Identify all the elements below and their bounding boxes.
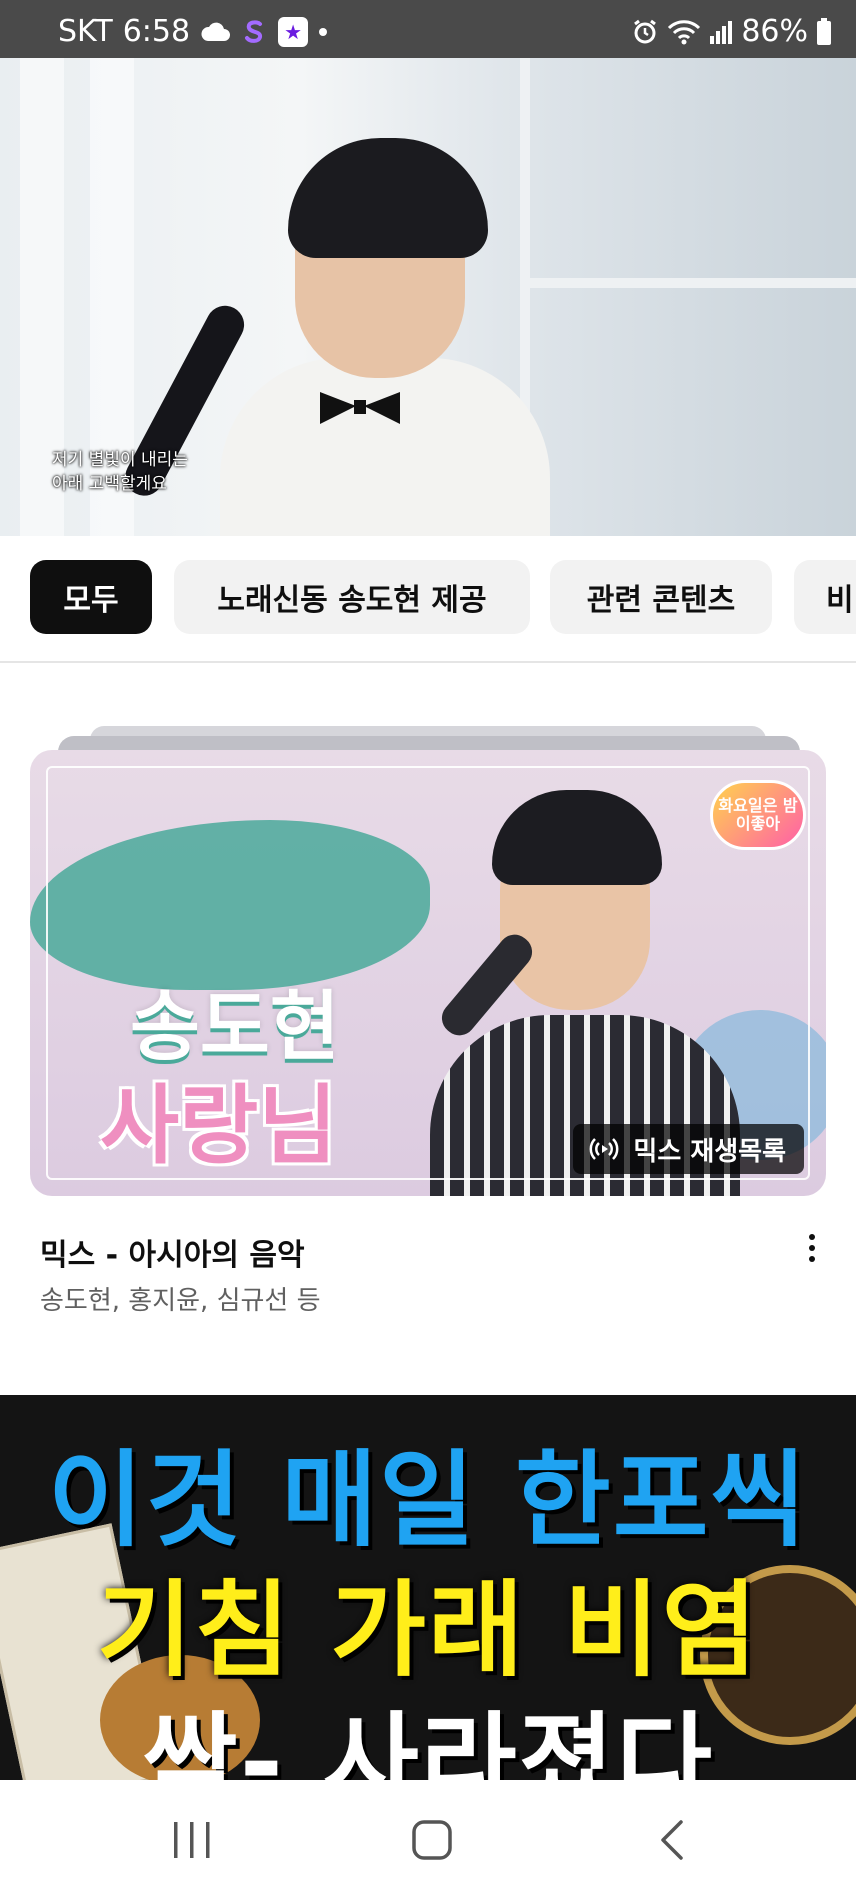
headline-line-1: 이것 매일 한포씩	[47, 1439, 809, 1561]
headline-line-3: 싹- 사라졌다	[142, 1701, 714, 1780]
chip-all[interactable]: 모두	[30, 560, 152, 634]
subtitle-line-2: 아래 고백할게요	[52, 474, 167, 494]
next-video-thumbnail[interactable]: 이것 매일 한포씩 기침 가래 비염 싹- 사라졌다	[0, 1395, 856, 1780]
bowtie-decoration	[320, 392, 400, 424]
headline-line-2: 기침 가래 비염	[96, 1569, 760, 1691]
thumbnail-frame	[46, 766, 810, 1180]
clock: 6:58	[122, 14, 191, 49]
chip-related[interactable]: 관련 콘텐츠	[550, 560, 772, 634]
video-player[interactable]: 저기 별빛이 내리는 아래 고백할게요	[0, 58, 856, 536]
window-decoration	[520, 278, 856, 288]
singer-figure	[220, 358, 550, 536]
more-options-icon[interactable]	[800, 1228, 824, 1268]
divider	[0, 661, 856, 663]
chip-provided-by[interactable]: 노래신동 송도현 제공	[174, 560, 530, 634]
s-app-icon	[240, 18, 268, 46]
star-app-icon: ★	[278, 16, 309, 47]
battery-icon	[816, 17, 832, 46]
chip-more[interactable]: 비	[794, 560, 856, 634]
status-bar: SKT 6:58 ★ 86%	[0, 0, 856, 58]
alarm-icon	[631, 18, 659, 46]
mix-artists: 송도현, 홍지윤, 심규선 등	[40, 1286, 321, 1316]
cloud-icon	[200, 21, 231, 43]
mix-badge-label: 믹스 재생목록	[633, 1136, 786, 1167]
singer-hair	[288, 138, 488, 258]
carrier-label: SKT	[58, 14, 113, 49]
recents-icon[interactable]	[152, 1810, 232, 1870]
battery-percent: 86%	[741, 14, 808, 49]
video-subtitle: 저기 별빛이 내리는 아래 고백할게요	[52, 448, 188, 496]
mix-playlist-badge: 믹스 재생목록	[573, 1124, 804, 1174]
signal-icon	[709, 20, 733, 44]
mix-radio-icon	[589, 1138, 619, 1160]
system-nav-bar	[0, 1780, 856, 1902]
subtitle-line-1: 저기 별빛이 내리는	[52, 450, 188, 470]
home-icon[interactable]	[392, 1810, 472, 1870]
wifi-icon	[667, 19, 701, 45]
filter-chips: 모두 노래신동 송도현 제공 관련 콘텐츠 비	[0, 560, 856, 634]
dot-icon	[318, 27, 328, 37]
back-icon[interactable]	[632, 1810, 712, 1870]
window-decoration	[520, 58, 820, 536]
mix-thumbnail[interactable]: 송도현 사랑님 화요일은 밤이좋아 믹스 재생목록	[30, 750, 826, 1196]
mix-title[interactable]: 믹스 - 아시아의 음악	[40, 1230, 305, 1274]
